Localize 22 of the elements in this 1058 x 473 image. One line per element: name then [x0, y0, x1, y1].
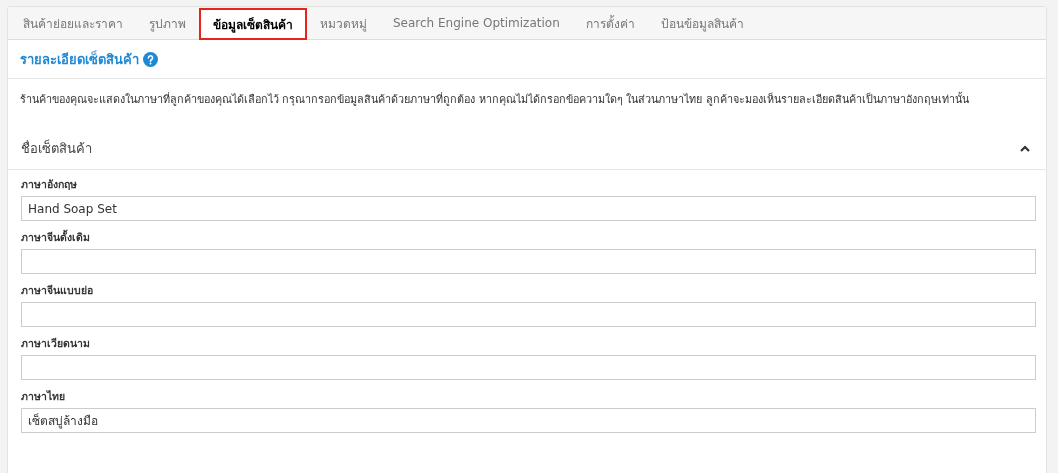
tab[interactable]: ป้อนข้อมูลสินค้า: [647, 7, 757, 39]
description-text: ร้านค้าของคุณจะแสดงในภาษาที่ลูกค้าของคุณได้เลือกไว้ กรุณากรอกข้อมูลสินค้าด้วยภาษาที่ถูกต้อง หากคุณไม่ได้กรอกข้อความใดๆ ในส่วนภาษาไทย ลูกค้าจะมองเห็นรายละเอียดสินค้าเป็นภาษาอังกฤษเท่านั้น: [19, 91, 970, 108]
help-icon[interactable]: [143, 51, 158, 67]
tab[interactable]: หมวดหมู่: [307, 7, 380, 39]
tab[interactable]: สินค้าย่อยและราคา: [10, 7, 136, 39]
tab[interactable]: ข้อมูลเซ็ตสินค้า: [199, 8, 307, 40]
input-field[interactable]: Hand Soap Set: [21, 196, 1036, 221]
field-label: ภาษาอังกฤษ: [21, 177, 78, 192]
tab[interactable]: Search Engine Optimization: [380, 7, 573, 39]
panel-title: ชื่อเซ็ตสินค้า: [21, 138, 92, 158]
field-label: ภาษาจีนดั้งเดิม: [21, 229, 91, 245]
input-field[interactable]: [21, 355, 1036, 380]
section-title: รายละเอียดเซ็ตสินค้า: [20, 49, 139, 69]
tab[interactable]: รูปภาพ: [136, 7, 199, 39]
field-label: ภาษาไทย: [21, 389, 66, 404]
tab[interactable]: การตั้งค่า: [572, 7, 648, 39]
input-field[interactable]: [21, 249, 1036, 274]
input-field[interactable]: [21, 302, 1036, 327]
chevron-icon[interactable]: [1020, 144, 1030, 152]
input-field[interactable]: เซ็ตสบู่ล้างมือ: [21, 408, 1036, 433]
field-label: ภาษาเวียดนาม: [21, 336, 91, 351]
field-label: ภาษาจีนแบบย่อ: [21, 283, 94, 298]
